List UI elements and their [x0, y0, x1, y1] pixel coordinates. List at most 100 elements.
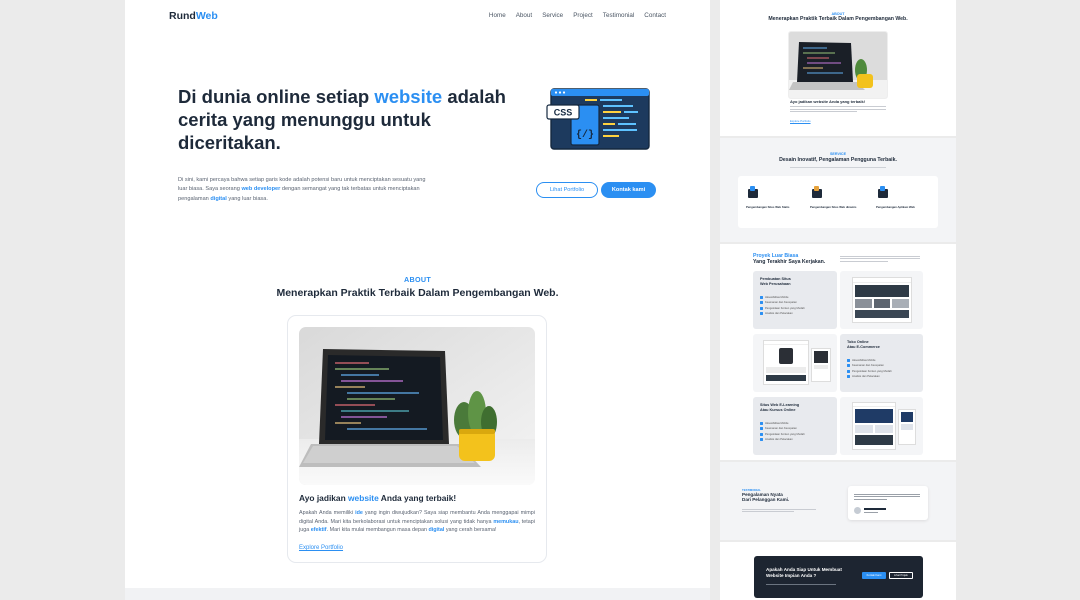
check-item: Pengelolaan Konten yang Mudah — [760, 306, 830, 310]
preview-project-thumbnail[interactable] — [840, 271, 923, 329]
mini-header — [853, 403, 895, 407]
cta-title-1: Apakah Anda Siap Untuk Membuat — [766, 567, 842, 572]
code-illustration: CSS {/} — [545, 87, 653, 158]
check-label: Keamanan dan Kecepatan — [852, 364, 884, 367]
mini-banner — [855, 409, 893, 423]
nav-service[interactable]: Service — [542, 12, 563, 19]
preview-project-desc — [840, 254, 920, 263]
preview-testimonial-title-1: Pengalaman Nyata — [742, 492, 783, 497]
preview-project-card[interactable]: Pembuatan Situs Web Perusahaan Aksesibili… — [753, 271, 837, 329]
view-portfolio-button[interactable]: Lihat Portfolio — [536, 182, 598, 198]
check-icon — [760, 306, 763, 310]
check-item: Keamanan dan Kecepatan — [847, 364, 917, 367]
hero-title: Di dunia online setiap website adalah ce… — [178, 85, 528, 154]
mini-footer — [855, 435, 893, 445]
about-card-title-accent: website — [348, 493, 379, 503]
page-preview-column: ABOUT Menerapkan Praktik Terbaik Dalam P… — [720, 0, 956, 600]
check-icon — [760, 301, 763, 304]
check-item: Aksesibilitas Mobile — [760, 295, 830, 299]
mini-mobile-screenshot — [811, 348, 831, 382]
nav-about[interactable]: About — [516, 12, 532, 19]
code-symbol: {/} — [576, 129, 594, 141]
check-label: Analisis dan Pelacakan — [765, 438, 793, 441]
mini-footer — [766, 375, 806, 381]
hero-desc-accent: digital — [210, 195, 227, 202]
check-item: Analisis dan Pelacakan — [760, 438, 830, 441]
preview-project-card-title-1: Toko Online — [847, 340, 869, 344]
about-desc-accent: efektif — [310, 527, 327, 534]
about-label: ABOUT — [403, 275, 432, 284]
hero-title-pre: Di dunia online setiap — [178, 86, 375, 107]
preview-project-thumbnail[interactable] — [840, 397, 923, 455]
preview-service-item: Pengembangan Situs Web Statis — [746, 205, 790, 209]
mini-website-screenshot — [763, 340, 809, 385]
check-item: Keamanan dan Kecepatan — [760, 301, 830, 304]
check-label: Keamanan dan Kecepatan — [765, 427, 797, 430]
preview-project-card[interactable]: Toko Online Atau E-Commerce Aksesibilitas… — [840, 334, 923, 392]
testimonial-role — [864, 511, 878, 513]
brand-name: Rund — [169, 10, 196, 22]
top-nav: Home About Service Project Testimonial C… — [489, 12, 666, 19]
mini-product — [814, 351, 828, 363]
preview-testimonial-section: TESTIMONIAL Pengalaman Nyata Dari Pelangg… — [720, 462, 956, 540]
check-icon — [847, 358, 850, 362]
hero-title-accent: website — [374, 86, 443, 107]
about-desc-text: yang cerah bersama! — [444, 527, 497, 534]
preview-explore-link[interactable]: Explore Portfolio — [790, 119, 811, 123]
nav-contact[interactable]: Contact — [644, 12, 666, 19]
mini-row — [766, 367, 806, 373]
explore-portfolio-link[interactable]: Explore Portfolio — [299, 545, 343, 551]
check-icon — [760, 427, 763, 430]
about-title: Menerapkan Praktik Terbaik Dalam Pengemb… — [276, 287, 559, 299]
check-label: Aksesibilitas Mobile — [852, 358, 876, 362]
cta-contact-button[interactable]: Kontak Kami — [862, 572, 886, 579]
about-card-title-text: Anda yang terbaik! — [378, 493, 457, 503]
check-label: Aksesibilitas Mobile — [765, 421, 789, 425]
preview-about-card-text — [790, 105, 886, 114]
mini-banner — [855, 285, 909, 297]
preview-project-card-title-2: Atau Kursus Online — [760, 407, 796, 412]
mini-header — [853, 278, 911, 283]
preview-about-section: ABOUT Menerapkan Praktik Terbaik Dalam P… — [720, 0, 956, 136]
mini-grid — [855, 299, 910, 308]
check-icon — [760, 295, 763, 299]
mini-product — [779, 348, 793, 364]
laptop-image — [299, 327, 535, 485]
preview-service-subtitle — [790, 167, 886, 168]
mini-website-screenshot — [852, 277, 912, 323]
contact-button[interactable]: Kontak kami — [601, 182, 656, 198]
nav-testimonial[interactable]: Testimonial — [603, 12, 635, 19]
cta-desc — [766, 584, 836, 585]
preview-testimonial-desc — [742, 507, 816, 514]
check-label: Pengelolaan Konten yang Mudah — [765, 306, 805, 310]
mini-banner — [901, 412, 913, 422]
check-label: Pengelolaan Konten yang Mudah — [852, 369, 892, 373]
mini-footer — [855, 310, 909, 318]
avatar — [854, 507, 861, 514]
preview-service-label: SERVICE — [829, 152, 847, 156]
about-card-title: Ayo jadikan website Anda yang terbaik! — [299, 493, 456, 503]
preview-project-card-title-1: Situs Web E-Learning — [760, 403, 800, 407]
brand-logo[interactable]: RundWeb — [169, 10, 218, 22]
cta-title: Apakah Anda Siap Untuk Membuat Website Im… — [766, 567, 842, 579]
check-icon — [760, 421, 763, 425]
preview-project-card-title-2: Atau E-Commerce — [847, 344, 880, 349]
mini-grid — [855, 425, 893, 433]
about-card-title-text: Ayo jadikan — [299, 493, 349, 503]
preview-project-card[interactable]: Situs Web E-Learning Atau Kursus Online A… — [753, 397, 837, 455]
preview-about-title: Menerapkan Praktik Terbaik Dalam Pengemb… — [768, 16, 908, 22]
preview-project-card-title-1: Pembuatan Situs — [760, 277, 791, 281]
mini-website-screenshot — [852, 402, 896, 450]
brand-name-accent: Web — [195, 10, 218, 22]
mini-mobile-screenshot — [898, 409, 916, 445]
cta-project-button[interactable]: Lihat Projek — [889, 572, 913, 579]
nav-home[interactable]: Home — [489, 12, 506, 19]
hero-desc-text: yang luar biasa. — [226, 195, 268, 202]
preview-project-card-title: Toko Online Atau E-Commerce — [847, 340, 880, 349]
service-icon-accent — [814, 186, 819, 191]
preview-project-title-1: Proyek Luar Biasa — [753, 253, 799, 259]
nav-project[interactable]: Project — [573, 12, 593, 19]
preview-project-checklist: Aksesibilitas Mobile Keamanan dan Kecepa… — [760, 419, 830, 441]
preview-project-thumbnail[interactable] — [753, 334, 837, 392]
preview-project-title-2: Yang Terakhir Saya Kerjakan. — [753, 259, 826, 266]
